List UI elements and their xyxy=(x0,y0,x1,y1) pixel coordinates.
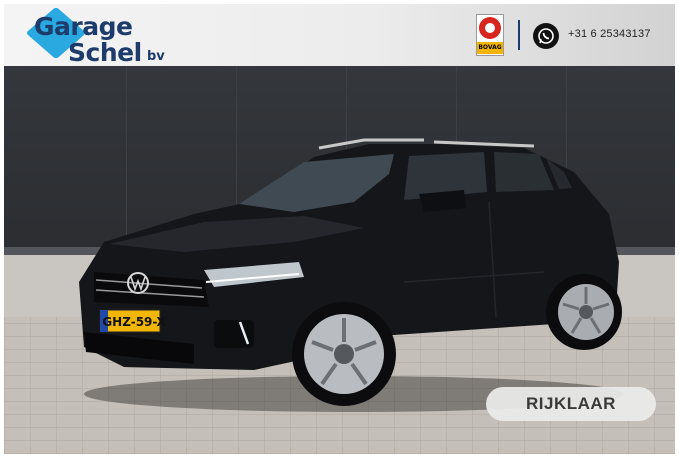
license-plate-text: GHZ-59-X xyxy=(102,315,166,329)
phone-number-link[interactable]: +31 6 25343137 xyxy=(568,28,651,40)
rijklaar-label: RIJKLAAR xyxy=(486,387,656,421)
logo-suffix: bv xyxy=(147,49,165,64)
bovag-badge-icon: BOVAG xyxy=(476,14,504,56)
logo-text-line1: Garage xyxy=(34,12,133,41)
listing-photo: GHZ-59-X Garage Schel bv BOVAG +31 6 253… xyxy=(4,4,675,454)
whatsapp-icon[interactable] xyxy=(533,23,559,49)
car-photo: GHZ-59-X xyxy=(79,138,624,412)
logo-text-line2: Schel xyxy=(68,38,142,67)
bovag-emblem xyxy=(479,17,501,39)
header-divider xyxy=(518,20,520,50)
garage-logo[interactable]: Garage Schel bv xyxy=(25,6,178,67)
site-header: Garage Schel bv BOVAG +31 6 25343137 xyxy=(4,4,675,67)
bovag-label: BOVAG xyxy=(477,42,503,54)
